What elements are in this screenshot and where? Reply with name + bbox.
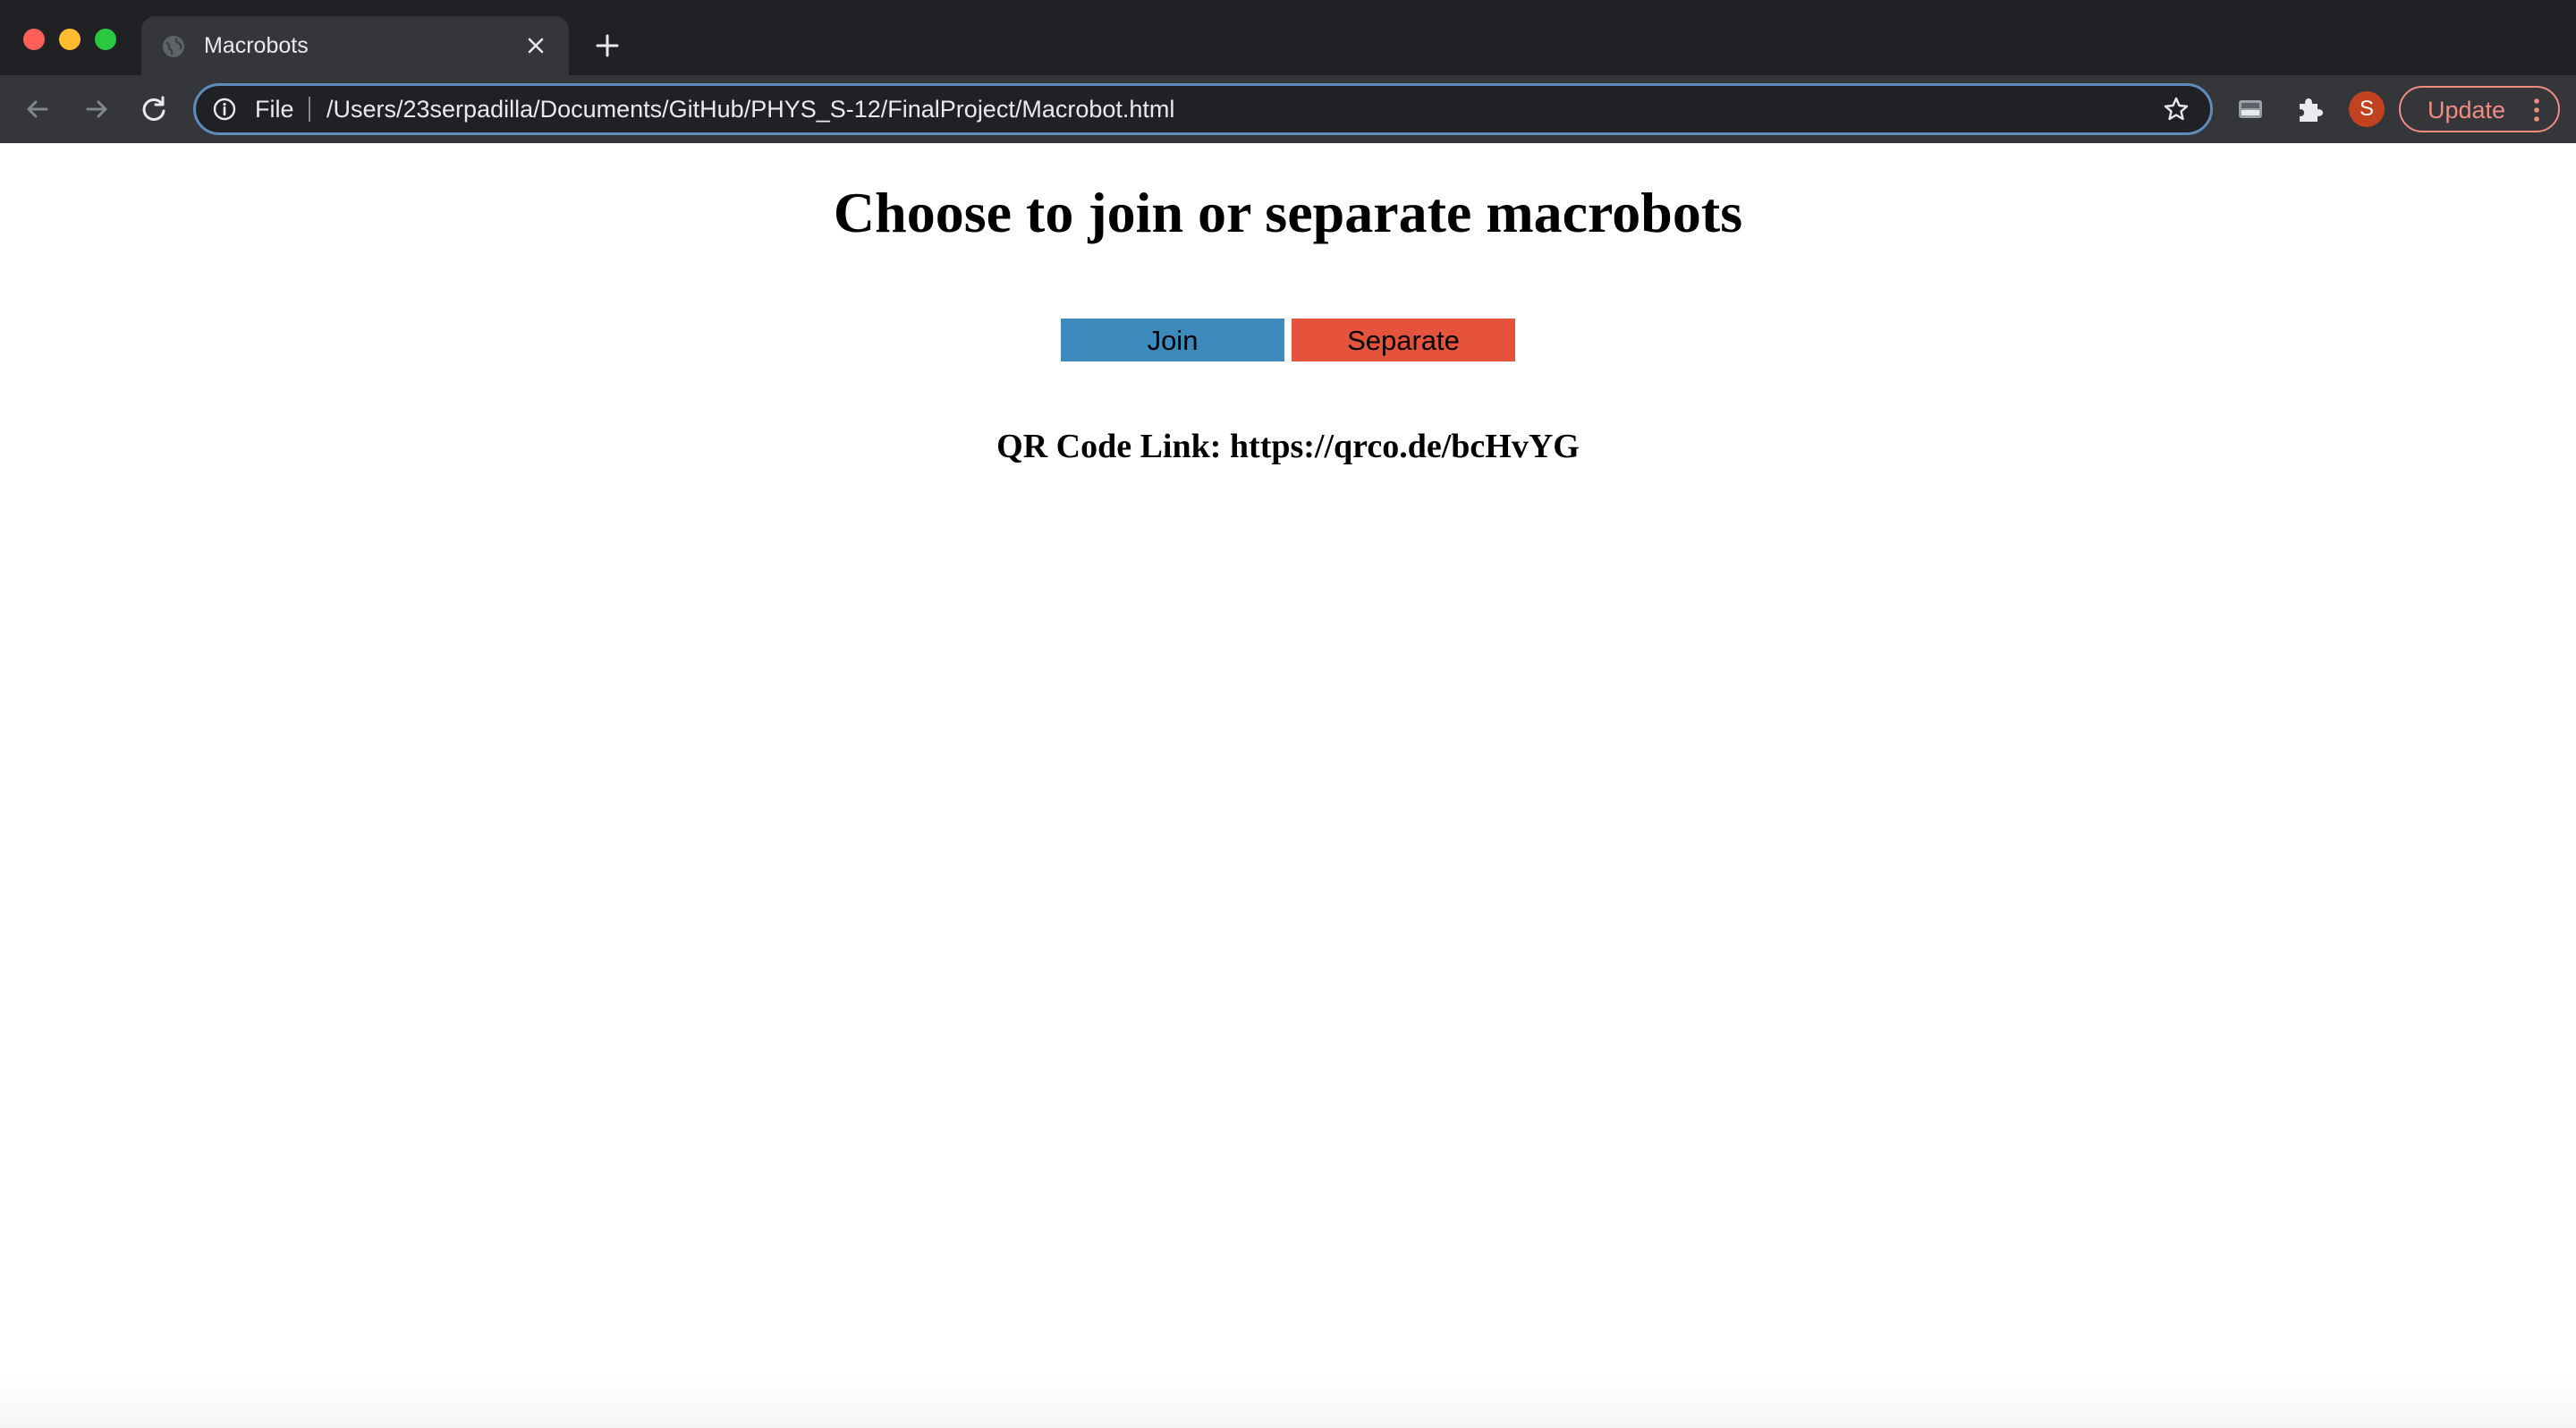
star-icon[interactable] [2162, 95, 2190, 123]
separate-button[interactable]: Separate [1292, 319, 1515, 361]
scheme-label: File [255, 96, 294, 123]
reload-icon[interactable] [136, 91, 172, 127]
window-zoom-button[interactable] [95, 29, 116, 50]
page-title: Choose to join or separate macrobots [833, 181, 1743, 244]
plus-icon[interactable] [592, 30, 623, 61]
info-icon[interactable] [212, 97, 237, 122]
back-arrow-icon[interactable] [20, 91, 55, 127]
tab-strip: Macrobots [0, 0, 2576, 75]
puzzle-icon[interactable] [2292, 93, 2325, 125]
browser-toolbar: File /Users/23serpadilla/Documents/GitHu… [0, 75, 2576, 143]
page-content: Choose to join or separate macrobots Joi… [0, 143, 2576, 1428]
address-bar[interactable]: File /Users/23serpadilla/Documents/GitHu… [193, 83, 2213, 135]
qr-code-link: QR Code Link: https://qrco.de/bcHvYG [996, 428, 1580, 465]
window-bottom-shadow [0, 1374, 2576, 1428]
update-button[interactable]: Update [2399, 86, 2560, 132]
window-close-button[interactable] [23, 29, 45, 50]
browser-chrome: Macrobots File /Users/23serpadilla/Docum… [0, 0, 2576, 143]
kebab-menu-icon[interactable] [2533, 97, 2540, 123]
avatar[interactable]: S [2349, 91, 2385, 127]
window-minimize-button[interactable] [59, 29, 80, 50]
omnibox-divider [309, 97, 310, 122]
tab-title: Macrobots [204, 33, 309, 58]
cast-icon[interactable] [2234, 93, 2267, 125]
url-text[interactable]: /Users/23serpadilla/Documents/GitHub/PHY… [326, 96, 1174, 123]
forward-arrow-icon[interactable] [79, 91, 114, 127]
update-label: Update [2428, 97, 2506, 123]
browser-tab[interactable]: Macrobots [141, 16, 569, 75]
button-row: Join Separate [0, 319, 2576, 361]
globe-icon [163, 36, 184, 57]
close-icon[interactable] [522, 32, 549, 59]
join-button[interactable]: Join [1061, 319, 1284, 361]
